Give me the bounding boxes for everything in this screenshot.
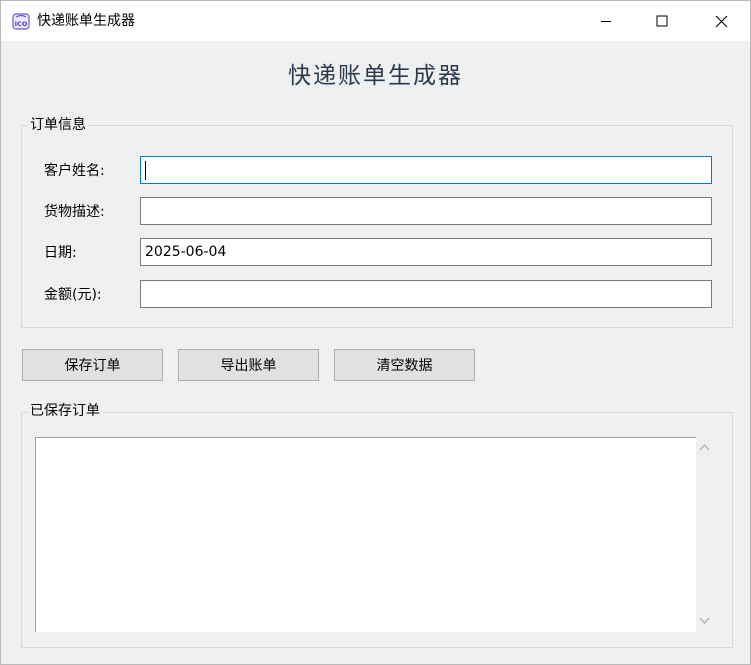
- minimize-icon: [601, 21, 611, 22]
- clear-data-button[interactable]: 清空数据: [334, 349, 475, 381]
- customer-name-input[interactable]: [140, 156, 712, 184]
- goods-description-input[interactable]: [140, 197, 712, 225]
- title-bar[interactable]: ICO 快递账单生成器: [1, 1, 750, 41]
- scroll-up-icon[interactable]: [699, 443, 710, 452]
- close-button[interactable]: [692, 1, 750, 41]
- goods-description-label: 货物描述:: [44, 204, 105, 220]
- saved-orders-list[interactable]: [35, 437, 712, 632]
- maximize-icon: [656, 15, 668, 27]
- save-order-button[interactable]: 保存订单: [22, 349, 163, 381]
- amount-label: 金额(元):: [44, 287, 102, 303]
- page-heading: 快递账单生成器: [288, 63, 463, 89]
- saved-orders-scrollbar[interactable]: [696, 437, 713, 632]
- date-input[interactable]: [140, 238, 712, 266]
- window-title: 快递账单生成器: [37, 13, 135, 29]
- export-bill-button[interactable]: 导出账单: [178, 349, 319, 381]
- scroll-down-icon[interactable]: [699, 616, 710, 625]
- text-caret: [145, 161, 146, 180]
- order-info-legend: 订单信息: [28, 116, 88, 134]
- date-label: 日期:: [44, 245, 77, 261]
- amount-input[interactable]: [140, 280, 712, 308]
- customer-name-label: 客户姓名:: [44, 163, 105, 179]
- saved-orders-legend: 已保存订单: [28, 402, 102, 420]
- maximize-button[interactable]: [633, 1, 691, 41]
- app-icon: ICO: [12, 13, 30, 30]
- svg-text:ICO: ICO: [15, 20, 28, 28]
- close-icon: [715, 15, 727, 27]
- minimize-button[interactable]: [577, 1, 635, 41]
- app-window: ICO 快递账单生成器 快递账单生成器 订单信息 客户姓名: 货物描述: 日期:…: [0, 0, 751, 665]
